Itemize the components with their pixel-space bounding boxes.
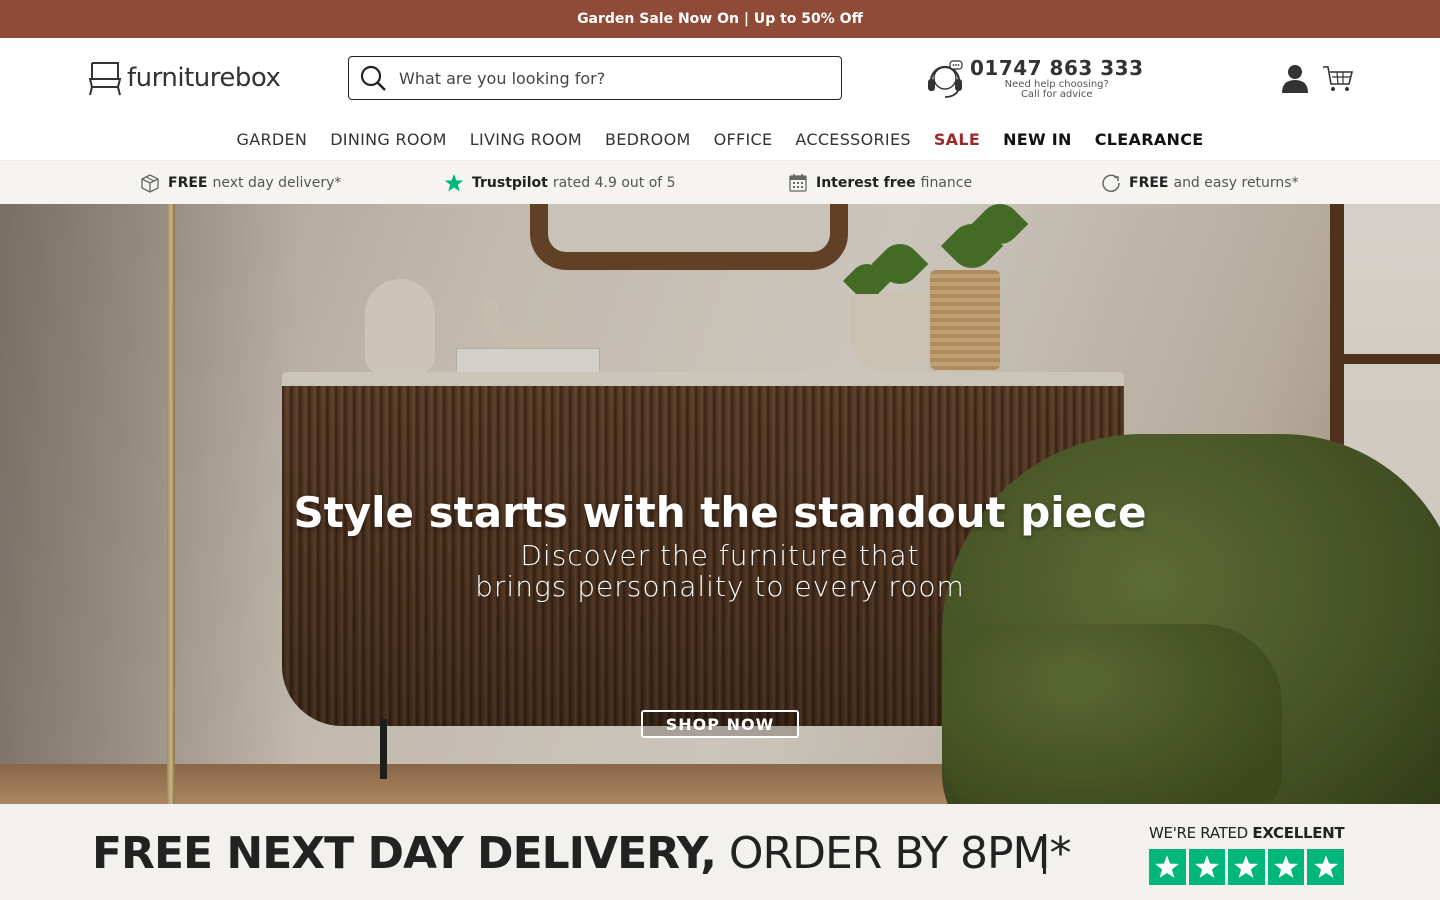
phone-text: 01747 863 333 Need help choosing? Call f…	[970, 56, 1144, 100]
hero-title: Style starts with the standout piece	[293, 488, 1147, 537]
trustpilot-rating-label[interactable]: WE'RE RATED EXCELLENT	[1149, 824, 1345, 842]
account-icon[interactable]	[1280, 62, 1310, 94]
rated-prefix: WE'RE RATED	[1149, 824, 1248, 842]
usp-delivery-text: next day delivery*	[212, 175, 342, 191]
usp-returns[interactable]: FREE and easy returns*	[1101, 161, 1299, 205]
delivery-banner-thin: ORDER BY 8PM*	[728, 828, 1072, 879]
usp-trustpilot-bold: Trustpilot	[472, 175, 548, 191]
usp-returns-text: and easy returns*	[1173, 175, 1299, 191]
cart-icon[interactable]	[1322, 62, 1354, 94]
logo-text: furniturebox	[127, 63, 281, 93]
rated-bold: EXCELLENT	[1252, 824, 1345, 842]
star-icon	[1267, 849, 1305, 885]
search-bar[interactable]	[348, 56, 842, 100]
nav-living-room[interactable]: LIVING ROOM	[470, 130, 582, 149]
shop-now-button[interactable]: SHOP NOW	[641, 710, 799, 738]
usp-bar: FREE next day delivery* Trustpilot rated…	[0, 160, 1440, 204]
search-icon[interactable]	[359, 64, 387, 92]
usp-delivery[interactable]: FREE next day delivery*	[140, 161, 341, 205]
usp-finance[interactable]: Interest free finance	[788, 161, 972, 205]
phone-number[interactable]: 01747 863 333	[970, 56, 1144, 80]
nav-clearance[interactable]: CLEARANCE	[1095, 130, 1204, 149]
delivery-banner[interactable]: FREE NEXT DAY DELIVERY, ORDER BY 8PM* WE…	[0, 804, 1440, 900]
returns-icon	[1102, 174, 1120, 192]
nav-new-in[interactable]: NEW IN	[1003, 130, 1072, 149]
delivery-banner-text: FREE NEXT DAY DELIVERY, ORDER BY 8PM*	[92, 828, 1071, 879]
nav-dining-room[interactable]: DINING ROOM	[330, 130, 447, 149]
nav-office[interactable]: OFFICE	[714, 130, 773, 149]
usp-trustpilot[interactable]: Trustpilot rated 4.9 out of 5	[444, 161, 676, 205]
search-input[interactable]	[399, 68, 819, 88]
star-icon	[1188, 849, 1226, 885]
nav-garden[interactable]: GARDEN	[237, 130, 308, 149]
site-header: furniturebox 01747 863 333 Need help cho…	[0, 38, 1440, 118]
usp-returns-bold: FREE	[1129, 175, 1169, 191]
delivery-banner-bold: FREE NEXT DAY DELIVERY,	[92, 828, 717, 879]
hero-subtitle: Discover the furniture that brings perso…	[475, 539, 965, 603]
usp-finance-text: finance	[920, 175, 973, 191]
headset-icon	[928, 60, 963, 98]
calendar-icon	[789, 174, 807, 192]
trustpilot-stars[interactable]	[1149, 849, 1344, 885]
logo[interactable]: furniturebox	[87, 58, 281, 98]
nav-bedroom[interactable]: BEDROOM	[605, 130, 691, 149]
usp-trustpilot-text: rated 4.9 out of 5	[552, 175, 676, 191]
nav-accessories[interactable]: ACCESSORIES	[795, 130, 910, 149]
usp-finance-bold: Interest free	[816, 175, 916, 191]
nav-sale[interactable]: SALE	[934, 130, 980, 149]
chair-logo-icon	[88, 62, 122, 96]
box-icon	[141, 174, 159, 193]
promo-bar[interactable]: Garden Sale Now On | Up to 50% Off	[0, 0, 1440, 38]
hero-banner[interactable]: Style starts with the standout piece Dis…	[0, 204, 1440, 804]
star-icon	[1228, 849, 1265, 885]
usp-delivery-bold: FREE	[168, 175, 208, 191]
star-icon	[1307, 849, 1344, 885]
main-nav: GARDEN DINING ROOM LIVING ROOM BEDROOM O…	[0, 118, 1440, 160]
trustpilot-star-icon	[444, 174, 464, 192]
phone-subtitle-2: Call for advice	[1020, 89, 1093, 100]
phone-contact[interactable]: 01747 863 333 Need help choosing? Call f…	[924, 56, 1144, 100]
star-icon	[1149, 849, 1186, 885]
banner-divider	[1043, 834, 1046, 874]
promo-text[interactable]: Garden Sale Now On | Up to 50% Off	[577, 11, 863, 27]
